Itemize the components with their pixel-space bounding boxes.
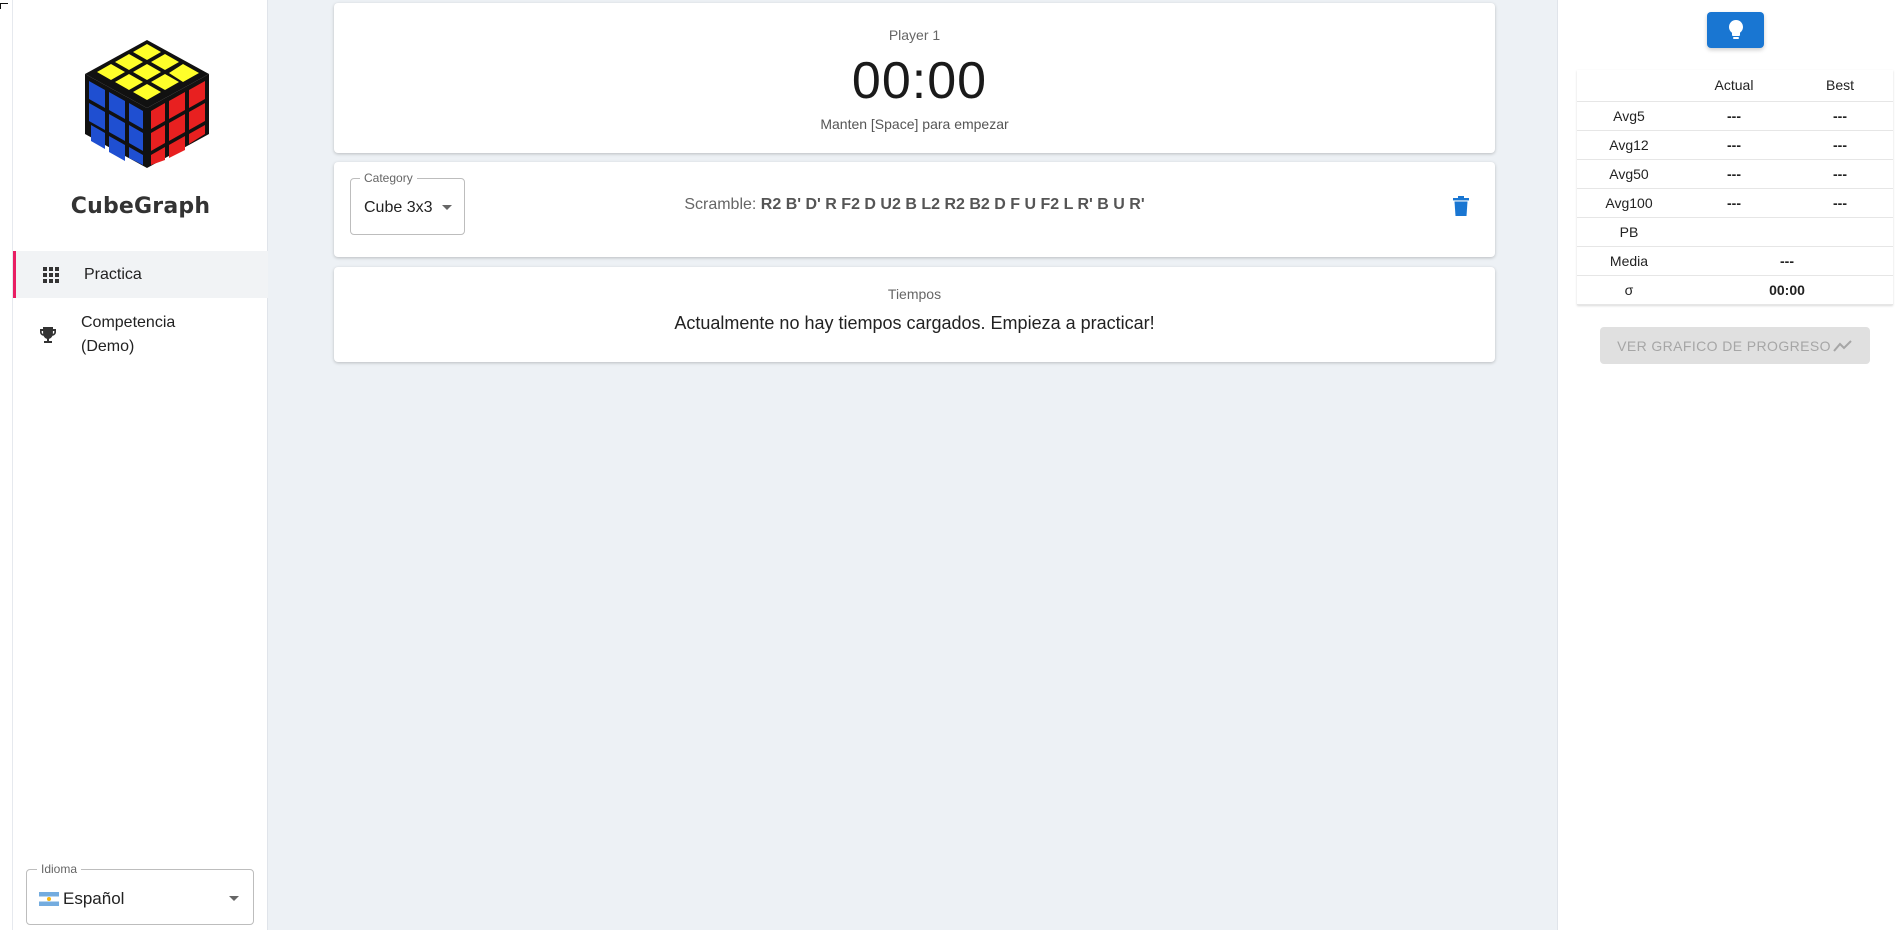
corner-mark bbox=[0, 3, 8, 9]
stats-panel: Actual Best Avg5 --- --- Avg12 --- --- A… bbox=[1557, 0, 1900, 930]
rubiks-cube-logo bbox=[85, 40, 209, 168]
times-empty-message: Actualmente no hay tiempos cargados. Emp… bbox=[674, 313, 1155, 333]
stats-header-actual: Actual bbox=[1681, 70, 1787, 102]
grid-icon bbox=[41, 265, 61, 285]
chevron-down-icon bbox=[229, 896, 239, 901]
scramble-moves: R2 B' D' R F2 D U2 B L2 R2 B2 D F U F2 L… bbox=[760, 196, 1145, 213]
table-row: Avg50 --- --- bbox=[1577, 159, 1893, 189]
language-select[interactable]: Idioma Español bbox=[26, 862, 254, 925]
language-legend: Idioma bbox=[37, 862, 82, 876]
stat-actual: --- bbox=[1681, 159, 1787, 189]
scramble-text: Scramble: R2 B' D' R F2 D U2 B L2 R2 B2 … bbox=[334, 196, 1495, 214]
stat-actual: --- bbox=[1681, 130, 1787, 160]
times-card: Tiempos Actualmente no hay tiempos carga… bbox=[334, 267, 1495, 362]
language-value: Español bbox=[39, 889, 124, 909]
table-row-media: Media --- bbox=[1577, 246, 1893, 276]
stat-best: --- bbox=[1787, 130, 1893, 160]
table-row: Avg12 --- --- bbox=[1577, 130, 1893, 160]
scramble-label: Scramble: bbox=[684, 196, 757, 213]
language-label: Español bbox=[63, 889, 125, 908]
stats-header-best: Best bbox=[1787, 70, 1893, 102]
stat-label: PB bbox=[1577, 217, 1681, 247]
argentina-flag-icon bbox=[39, 892, 59, 906]
category-legend: Category bbox=[360, 171, 417, 185]
table-row: Avg100 --- --- bbox=[1577, 188, 1893, 218]
table-row-sigma: σ 00:00 bbox=[1577, 275, 1893, 305]
tips-button[interactable] bbox=[1707, 12, 1764, 48]
stat-pb-value bbox=[1681, 217, 1893, 247]
table-row: Avg5 --- --- bbox=[1577, 101, 1893, 131]
trophy-icon bbox=[38, 325, 58, 345]
stat-label: Avg100 bbox=[1577, 188, 1681, 218]
progress-chart-button[interactable]: VER GRAFICO DE PROGRESO bbox=[1600, 327, 1870, 364]
times-title: Tiempos bbox=[887, 286, 942, 302]
sidebar: CubeGraph Practica Competencia (Demo) Id… bbox=[13, 0, 268, 930]
sidebar-item-label: Competencia (Demo) bbox=[81, 314, 176, 355]
stat-label: Avg5 bbox=[1577, 101, 1681, 131]
stats-header-empty bbox=[1577, 70, 1681, 102]
scramble-card: Category Cube 3x3 Scramble: R2 B' D' R F… bbox=[334, 162, 1495, 257]
table-row-pb: PB bbox=[1577, 217, 1893, 247]
brand-title: CubeGraph bbox=[70, 194, 211, 219]
stat-actual: --- bbox=[1681, 188, 1787, 218]
stat-best: --- bbox=[1787, 159, 1893, 189]
progress-button-label: VER GRAFICO DE PROGRESO bbox=[1617, 337, 1831, 354]
stat-label: Avg12 bbox=[1577, 130, 1681, 160]
stats-header-row: Actual Best bbox=[1577, 70, 1893, 102]
lightbulb-icon bbox=[1728, 20, 1743, 39]
stat-sigma-value: 00:00 bbox=[1681, 275, 1893, 305]
stat-label: Avg50 bbox=[1577, 159, 1681, 189]
stat-best: --- bbox=[1787, 101, 1893, 131]
left-edge-strip bbox=[0, 0, 13, 930]
stat-label: σ bbox=[1577, 275, 1681, 305]
timer-card[interactable]: Player 1 00:00 Manten [Space] para empez… bbox=[334, 3, 1495, 153]
sidebar-item-competencia[interactable]: Competencia (Demo) bbox=[13, 309, 268, 361]
stats-table: Actual Best Avg5 --- --- Avg12 --- --- A… bbox=[1577, 70, 1893, 305]
timer-display: 00:00 bbox=[851, 52, 988, 110]
sidebar-item-practica[interactable]: Practica bbox=[13, 251, 268, 298]
timer-hint: Manten [Space] para empezar bbox=[820, 116, 1009, 132]
stat-actual: --- bbox=[1681, 101, 1787, 131]
stat-media-value: --- bbox=[1681, 246, 1893, 276]
trending-icon bbox=[1833, 339, 1852, 352]
trash-icon[interactable] bbox=[1453, 196, 1469, 216]
stat-best: --- bbox=[1787, 188, 1893, 218]
stat-label: Media bbox=[1577, 246, 1681, 276]
sidebar-item-label: Practica bbox=[84, 265, 142, 283]
player-name: Player 1 bbox=[888, 27, 941, 43]
